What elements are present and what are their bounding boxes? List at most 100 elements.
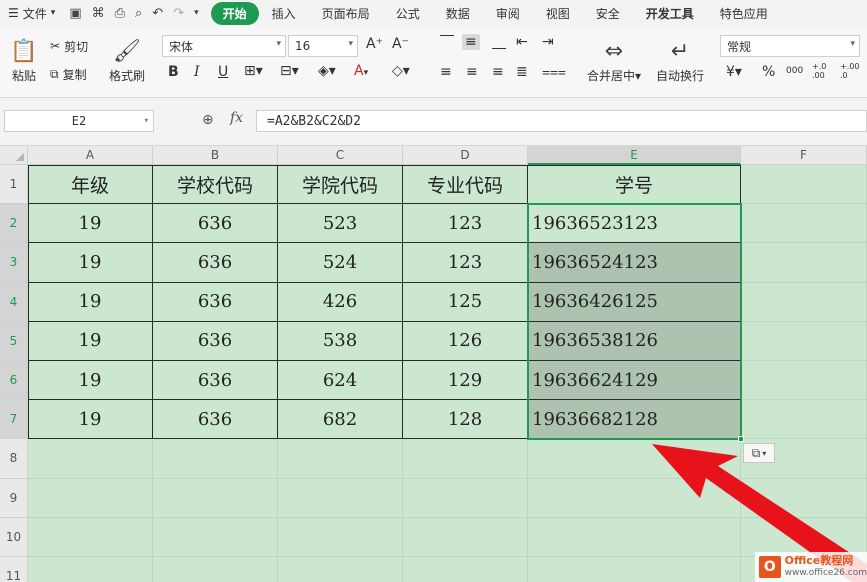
data-cell-b2[interactable]: 636 bbox=[153, 204, 278, 244]
data-cell-e4[interactable]: 19636426125 bbox=[528, 282, 741, 322]
empty-cell[interactable] bbox=[153, 557, 278, 582]
export-pdf-icon[interactable]: ⌘ bbox=[92, 6, 105, 21]
row-header-1[interactable]: 1 bbox=[0, 165, 28, 205]
row-header-7[interactable]: 7 bbox=[0, 400, 28, 440]
merge-borders-icon[interactable]: ⊟▾ bbox=[280, 63, 299, 79]
bold-icon[interactable]: B bbox=[168, 64, 179, 80]
tab-security[interactable]: 安全 bbox=[583, 5, 633, 22]
tab-page-layout[interactable]: 页面布局 bbox=[309, 5, 383, 22]
insert-function-icon[interactable]: fx bbox=[230, 110, 243, 126]
tab-view[interactable]: 视图 bbox=[533, 5, 583, 22]
empty-cell[interactable] bbox=[28, 517, 153, 557]
empty-cell[interactable] bbox=[528, 439, 741, 479]
empty-cell[interactable] bbox=[741, 400, 867, 440]
decrease-font-icon[interactable]: A⁻ bbox=[392, 36, 409, 52]
empty-cell[interactable] bbox=[528, 517, 741, 557]
empty-cell[interactable] bbox=[741, 204, 867, 244]
borders-icon[interactable]: ⊞▾ bbox=[244, 63, 263, 79]
align-right-icon[interactable]: ≡ bbox=[492, 64, 504, 80]
tab-special[interactable]: 特色应用 bbox=[707, 5, 781, 22]
currency-icon[interactable]: ¥▾ bbox=[726, 64, 742, 80]
align-left-icon[interactable]: ≡ bbox=[440, 64, 452, 80]
format-painter-button[interactable]: 🖌 格式刷 bbox=[106, 34, 148, 90]
align-middle-icon[interactable]: ≡ bbox=[462, 34, 480, 50]
row-header-11[interactable]: 11 bbox=[0, 557, 28, 582]
zoom-formula-icon[interactable]: ⊕ bbox=[202, 112, 214, 128]
empty-cell[interactable] bbox=[403, 557, 528, 582]
row-header-5[interactable]: 5 bbox=[0, 321, 28, 361]
increase-decimal-icon[interactable]: +.0 .00 bbox=[812, 62, 836, 80]
indent-decrease-icon[interactable]: ⇤ bbox=[516, 34, 528, 50]
data-cell-b7[interactable]: 636 bbox=[153, 400, 278, 440]
italic-icon[interactable]: I bbox=[194, 64, 200, 80]
data-cell-c6[interactable]: 624 bbox=[278, 361, 403, 401]
empty-cell[interactable] bbox=[28, 478, 153, 518]
copy-button[interactable]: ⧉ 复制 bbox=[50, 64, 87, 84]
row-header-9[interactable]: 9 bbox=[0, 478, 28, 518]
formula-input[interactable]: =A2&B2&C2&D2 bbox=[256, 110, 867, 132]
empty-cell[interactable] bbox=[403, 517, 528, 557]
data-cell-d3[interactable]: 123 bbox=[403, 243, 528, 283]
tab-insert[interactable]: 插入 bbox=[259, 5, 309, 22]
empty-cell[interactable] bbox=[403, 478, 528, 518]
thousands-icon[interactable]: 000 bbox=[786, 66, 803, 76]
header-cell-b[interactable]: 学校代码 bbox=[153, 165, 278, 205]
decrease-decimal-icon[interactable]: +.00 .0 bbox=[840, 62, 864, 80]
tab-developer[interactable]: 开发工具 bbox=[633, 5, 707, 22]
row-header-8[interactable]: 8 bbox=[0, 439, 28, 479]
data-cell-a2[interactable]: 19 bbox=[28, 204, 153, 244]
empty-cell[interactable] bbox=[741, 282, 867, 322]
paste-options-button[interactable]: ⧉ ▾ bbox=[743, 443, 775, 464]
empty-cell[interactable] bbox=[153, 439, 278, 479]
font-name-select[interactable]: 宋体 ▾ bbox=[162, 35, 286, 57]
data-cell-d2[interactable]: 123 bbox=[403, 204, 528, 244]
row-header-6[interactable]: 6 bbox=[0, 361, 28, 401]
data-cell-b3[interactable]: 636 bbox=[153, 243, 278, 283]
data-cell-c3[interactable]: 524 bbox=[278, 243, 403, 283]
fill-handle[interactable] bbox=[738, 436, 744, 443]
fill-color-icon[interactable]: ◈▾ bbox=[318, 63, 336, 79]
data-cell-e3[interactable]: 19636524123 bbox=[528, 243, 741, 283]
header-cell-d[interactable]: 专业代码 bbox=[403, 165, 528, 205]
empty-cell[interactable] bbox=[278, 517, 403, 557]
row-header-10[interactable]: 10 bbox=[0, 517, 28, 557]
column-header-b[interactable]: B bbox=[153, 146, 278, 165]
data-cell-a7[interactable]: 19 bbox=[28, 400, 153, 440]
tab-formulas[interactable]: 公式 bbox=[383, 5, 433, 22]
header-cell-e[interactable]: 学号 bbox=[528, 165, 741, 205]
data-cell-b5[interactable]: 636 bbox=[153, 321, 278, 361]
tab-data[interactable]: 数据 bbox=[433, 5, 483, 22]
data-cell-e5[interactable]: 19636538126 bbox=[528, 321, 741, 361]
tab-review[interactable]: 审阅 bbox=[483, 5, 533, 22]
underline-icon[interactable]: U bbox=[218, 64, 228, 80]
empty-cell[interactable] bbox=[403, 439, 528, 479]
data-cell-c7[interactable]: 682 bbox=[278, 400, 403, 440]
empty-cell[interactable] bbox=[528, 478, 741, 518]
empty-cell[interactable] bbox=[153, 478, 278, 518]
customize-chevron-icon[interactable]: ▾ bbox=[194, 8, 199, 18]
column-header-c[interactable]: C bbox=[278, 146, 403, 165]
data-cell-c2[interactable]: 523 bbox=[278, 204, 403, 244]
data-cell-d7[interactable]: 128 bbox=[403, 400, 528, 440]
empty-cell[interactable] bbox=[741, 165, 867, 205]
row-header-4[interactable]: 4 bbox=[0, 282, 28, 322]
data-cell-a5[interactable]: 19 bbox=[28, 321, 153, 361]
percent-icon[interactable]: % bbox=[762, 64, 775, 80]
merge-center-button[interactable]: ⇔ 合并居中▾ bbox=[580, 34, 648, 90]
empty-cell[interactable] bbox=[28, 557, 153, 582]
row-header-3[interactable]: 3 bbox=[0, 243, 28, 283]
empty-cell[interactable] bbox=[278, 478, 403, 518]
save-icon[interactable]: ▣ bbox=[69, 6, 81, 21]
align-top-icon[interactable]: ⎺ bbox=[440, 34, 454, 50]
cut-button[interactable]: ✂ 剪切 bbox=[50, 36, 88, 56]
align-center-icon[interactable]: ≡ bbox=[466, 64, 478, 80]
empty-cell[interactable] bbox=[528, 557, 741, 582]
align-bottom-icon[interactable]: ⎽ bbox=[492, 34, 506, 50]
data-cell-a6[interactable]: 19 bbox=[28, 361, 153, 401]
data-cell-b6[interactable]: 636 bbox=[153, 361, 278, 401]
font-size-select[interactable]: 16 ▾ bbox=[288, 35, 358, 57]
paste-button[interactable]: 📋 粘贴 bbox=[4, 34, 44, 90]
select-all-corner[interactable] bbox=[0, 146, 28, 165]
distribute-icon[interactable]: ⩶ bbox=[542, 64, 566, 80]
empty-cell[interactable] bbox=[153, 517, 278, 557]
